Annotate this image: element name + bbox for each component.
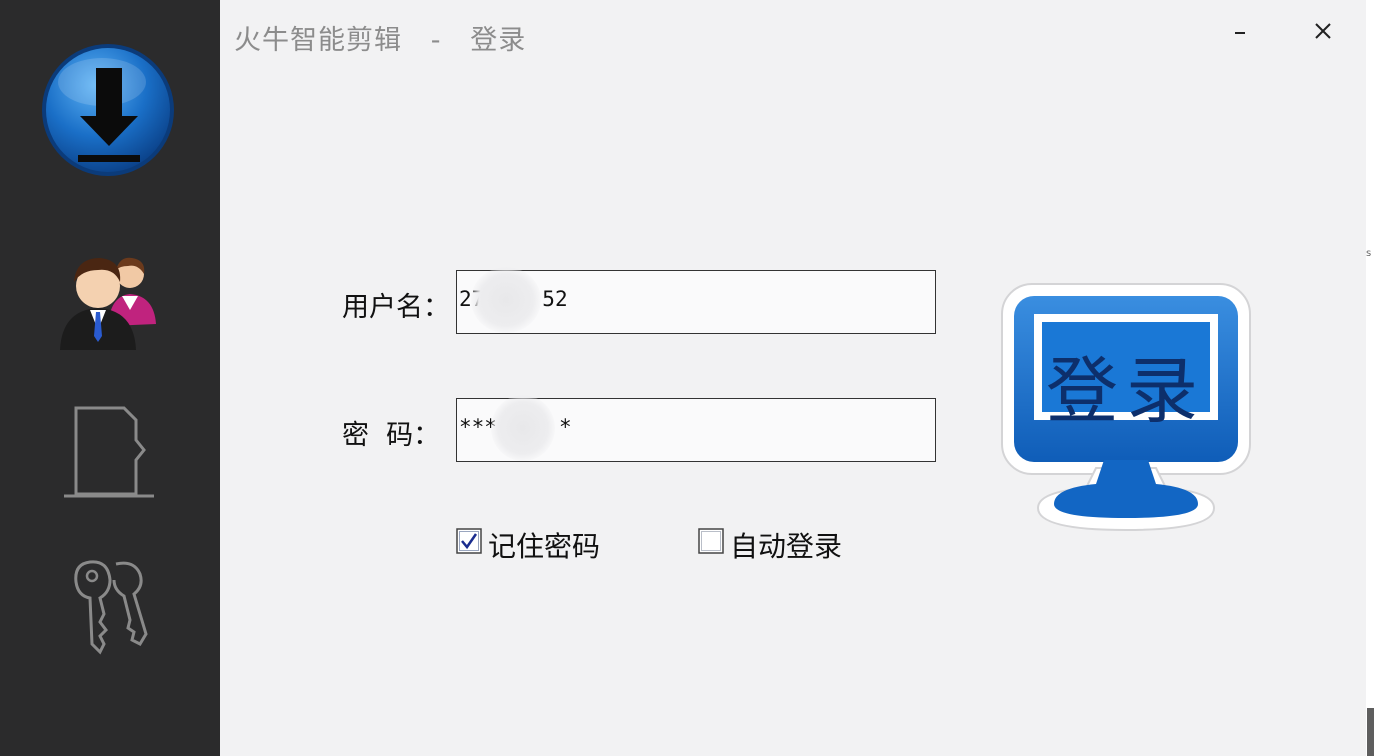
scrollbar-thumb[interactable]: [1367, 708, 1374, 756]
remember-password-label[interactable]: 记住密码: [488, 525, 600, 565]
auto-login-label[interactable]: 自动登录: [730, 525, 842, 565]
password-input[interactable]: *** *: [456, 395, 936, 462]
sidebar-item-download[interactable]: [40, 42, 176, 178]
key-icon: [74, 560, 148, 655]
username-input[interactable]: 2752: [456, 267, 936, 334]
minimize-button[interactable]: [1220, 12, 1260, 52]
minimize-icon: [1235, 32, 1245, 34]
sidebar-item-users[interactable]: [56, 252, 164, 352]
right-edge-strip: [1366, 0, 1374, 756]
redaction-blur: [471, 267, 541, 333]
sidebar-item-key[interactable]: [70, 556, 152, 656]
sidebar-item-card[interactable]: [58, 402, 158, 506]
auto-login-checkbox[interactable]: [698, 528, 724, 554]
checkbox-unchecked-icon: [698, 528, 724, 554]
edge-glyph: s: [1366, 248, 1372, 259]
login-window: 火牛智能剪辑 - 登录 用户名： 2752 密 码： **** 记住密码: [220, 0, 1366, 756]
password-label: 密 码：: [342, 420, 441, 451]
sd-card-icon: [64, 406, 154, 498]
checkbox-checked-icon: [456, 528, 482, 554]
login-button[interactable]: 登录: [1000, 282, 1252, 534]
username-label: 用户名：: [342, 292, 450, 323]
sidebar: [0, 0, 220, 756]
close-icon: [1315, 23, 1331, 39]
users-icon: [60, 257, 156, 350]
redaction-blur: [491, 395, 555, 461]
window-title: 火牛智能剪辑 - 登录: [234, 25, 527, 56]
login-button-label: 登录: [1045, 349, 1206, 433]
remember-password-checkbox[interactable]: [456, 528, 482, 554]
download-icon: [42, 44, 174, 176]
close-button[interactable]: [1303, 12, 1343, 52]
